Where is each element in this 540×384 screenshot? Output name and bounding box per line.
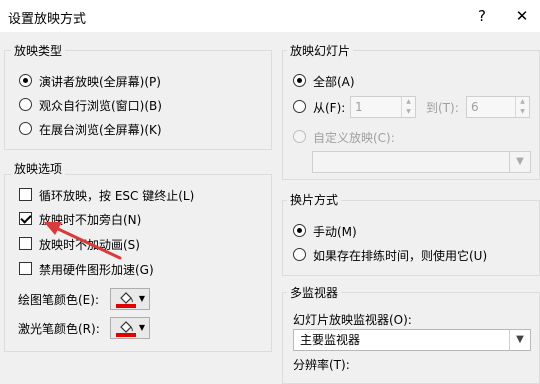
annotation-arrow-icon bbox=[44, 222, 122, 260]
